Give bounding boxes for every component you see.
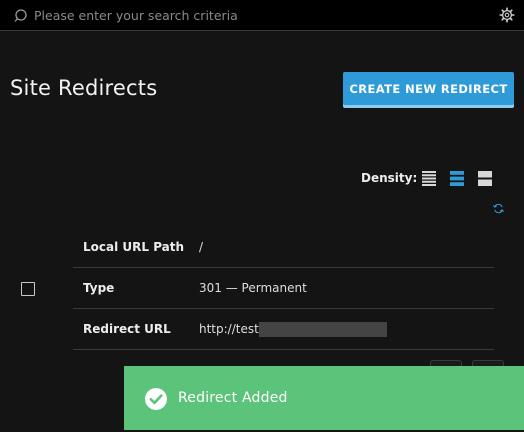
local-url-path-label: Local URL Path [83,240,185,254]
density-standard-icon[interactable] [449,171,465,186]
redirect-url-row: Redirect URL http://test. [73,309,494,350]
type-value: 301 — Permanent [199,281,307,295]
page-title: Site Redirects [10,76,158,100]
local-url-path-value: / [199,240,204,254]
redacted-url-block [259,322,387,337]
density-comfortable-icon[interactable] [477,171,493,186]
check-circle-icon [145,388,167,410]
redirect-url-value: http://test. [199,322,263,336]
create-new-redirect-button[interactable]: CREATE NEW REDIRECT [343,72,514,105]
redirect-url-label: Redirect URL [83,322,171,336]
type-row: Type 301 — Permanent [73,268,494,309]
search-icon [14,9,27,22]
success-toast: Redirect Added [124,366,524,430]
density-compact-icon[interactable] [421,171,437,186]
toast-message: Redirect Added [178,390,288,406]
local-url-path-row: Local URL Path / [73,227,494,268]
density-label: Density: [361,171,418,185]
refresh-icon[interactable] [493,203,504,214]
gear-icon[interactable] [499,7,515,23]
type-label: Type [83,281,115,295]
search-input[interactable] [34,6,474,24]
row-select-checkbox[interactable] [21,282,35,296]
search-bar [0,0,524,31]
